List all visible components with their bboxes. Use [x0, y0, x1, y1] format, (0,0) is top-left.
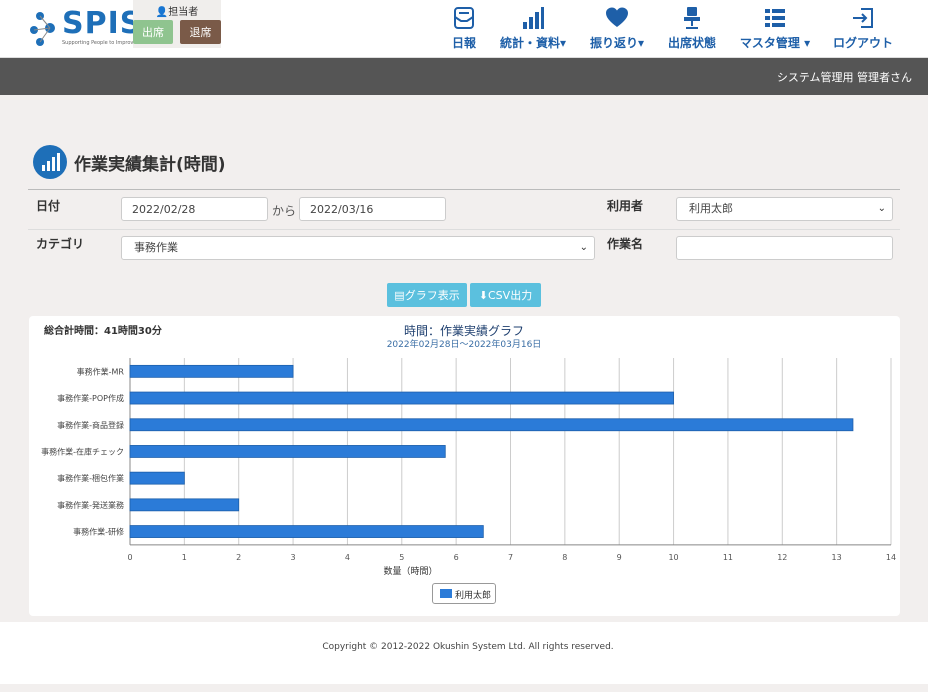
x-tick-label: 4: [345, 553, 350, 562]
x-tick-label: 8: [562, 553, 567, 562]
bar: [129, 391, 674, 405]
x-tick-label: 0: [127, 553, 132, 562]
bar: [129, 471, 185, 485]
category-label: 事務作業-商品登録: [57, 420, 124, 430]
footer: Copyright © 2012-2022 Okushin System Ltd…: [0, 622, 928, 684]
x-tick-label: 12: [777, 553, 787, 562]
chart-legend[interactable]: 利用太郎: [432, 583, 496, 604]
x-tick-label: 5: [399, 553, 404, 562]
bar: [129, 418, 854, 432]
copyright: Copyright © 2012-2022 Okushin System Ltd…: [322, 642, 614, 652]
bar: [129, 525, 484, 538]
x-tick-label: 14: [886, 553, 896, 562]
x-tick-label: 9: [617, 553, 622, 562]
x-axis-label: 数量（時間）: [383, 565, 437, 577]
legend-swatch: [440, 589, 452, 598]
category-label: 事務作業-POP作成: [57, 393, 124, 403]
category-label: 事務作業-MR: [77, 366, 125, 376]
x-tick-label: 11: [723, 553, 733, 562]
category-label: 事務作業-梱包作業: [57, 473, 124, 483]
x-tick-label: 7: [508, 553, 513, 562]
category-label: 事務作業-在庫チェック: [41, 446, 124, 456]
bar: [129, 445, 446, 458]
x-tick-label: 13: [832, 553, 842, 562]
x-tick-label: 1: [182, 553, 187, 562]
x-tick-label: 10: [668, 553, 678, 562]
bar: [129, 498, 240, 512]
x-tick-label: 6: [454, 553, 459, 562]
category-label: 事務作業-発送業務: [57, 500, 124, 510]
x-tick-label: 2: [236, 553, 241, 562]
legend-label: 利用太郎: [455, 591, 492, 601]
category-label: 事務作業-研修: [73, 527, 124, 537]
bar: [129, 364, 294, 378]
x-tick-label: 3: [291, 553, 296, 562]
